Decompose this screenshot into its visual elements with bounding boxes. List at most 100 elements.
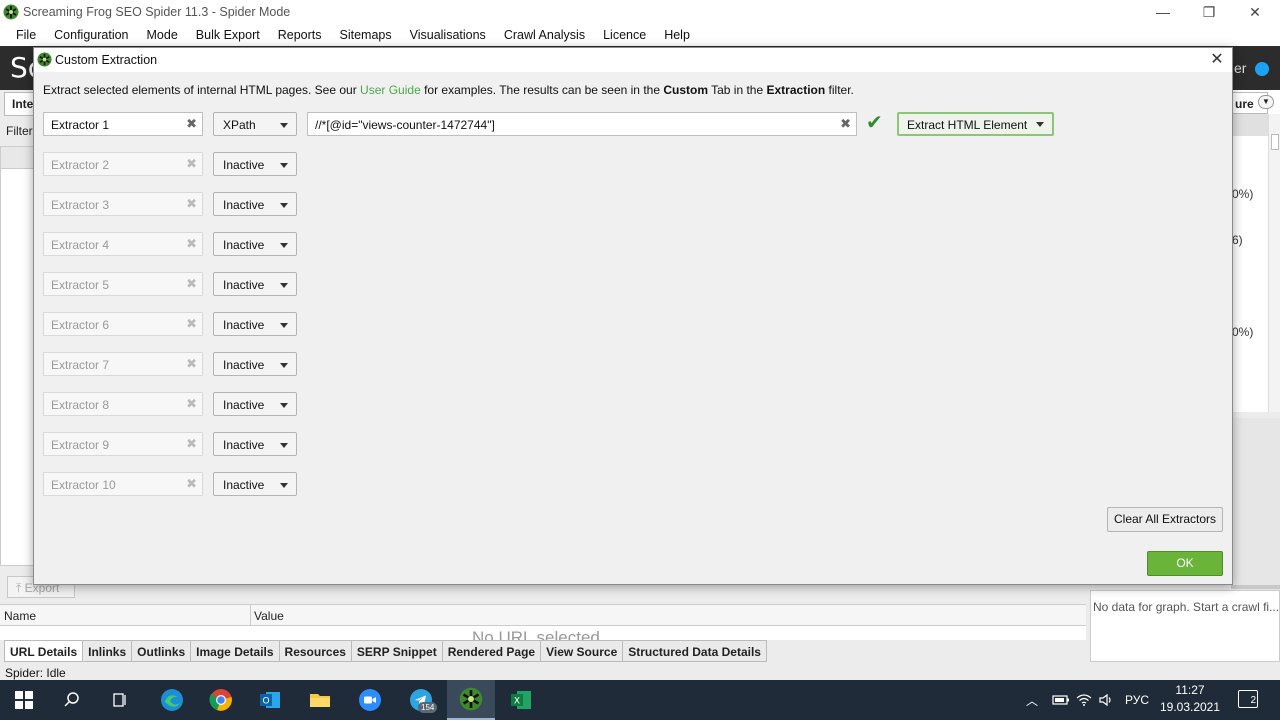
- extractor-name-field[interactable]: Extractor 7 ✖: [43, 352, 203, 376]
- tab-image-details[interactable]: Image Details: [191, 640, 280, 662]
- telegram-unread-badge: 154: [418, 702, 438, 713]
- clear-icon[interactable]: ✖: [186, 116, 197, 132]
- menu-licence[interactable]: Licence: [594, 28, 655, 42]
- extract-type-dropdown[interactable]: Extract HTML Element: [897, 112, 1054, 136]
- extractor-name-field[interactable]: Extractor 8 ✖: [43, 392, 203, 416]
- search-button[interactable]: [48, 680, 96, 720]
- menu-help[interactable]: Help: [655, 28, 699, 42]
- tab-resources[interactable]: Resources: [279, 640, 352, 662]
- extractor-name-field[interactable]: Extractor 2 ✖: [43, 152, 203, 176]
- tray-overflow-icon[interactable]: ︿: [1026, 680, 1038, 720]
- tab-view-source[interactable]: View Source: [541, 640, 624, 662]
- clear-icon[interactable]: ✖: [186, 196, 197, 212]
- tab-rendered-page[interactable]: Rendered Page: [442, 640, 542, 662]
- chevron-down-icon: [280, 483, 288, 488]
- dialog-instructions: Extract selected elements of internal HT…: [43, 83, 854, 97]
- menu-bulk-export[interactable]: Bulk Export: [187, 28, 269, 42]
- extractor-name-field[interactable]: Extractor 10 ✖: [43, 472, 203, 496]
- taskbar-edge[interactable]: [148, 680, 196, 720]
- menu-visualisations[interactable]: Visualisations: [401, 28, 495, 42]
- extractor-mode-dropdown[interactable]: Inactive: [213, 272, 297, 296]
- extractor-mode-dropdown[interactable]: Inactive: [213, 152, 297, 176]
- volume-icon[interactable]: [1098, 680, 1114, 720]
- graph-panel: No data for graph. Start a crawl fi...: [1090, 585, 1280, 662]
- twitter-icon[interactable]: [1255, 62, 1269, 76]
- extractor-name-field[interactable]: Extractor 3 ✖: [43, 192, 203, 216]
- maximize-button[interactable]: ❐: [1186, 0, 1232, 24]
- xpath-expression-input[interactable]: //*[@id="views-counter-1472744"] ✖: [307, 112, 857, 136]
- clear-icon[interactable]: ✖: [186, 316, 197, 332]
- menu-crawl-analysis[interactable]: Crawl Analysis: [495, 28, 594, 42]
- task-view-icon: [113, 693, 126, 707]
- input-language[interactable]: РУС: [1125, 680, 1149, 720]
- clear-icon[interactable]: ✖: [186, 156, 197, 172]
- extractor-mode-dropdown[interactable]: Inactive: [213, 472, 297, 496]
- minimize-button[interactable]: —: [1140, 0, 1186, 24]
- task-view-button[interactable]: [96, 680, 144, 720]
- wifi-icon[interactable]: [1076, 680, 1092, 720]
- extractor-mode-dropdown[interactable]: Inactive: [213, 432, 297, 456]
- tab-inlinks[interactable]: Inlinks: [83, 640, 133, 662]
- tab-structured-data-details[interactable]: Structured Data Details: [623, 640, 767, 662]
- battery-icon[interactable]: [1052, 680, 1070, 720]
- tab-serp-snippet[interactable]: SERP Snippet: [351, 640, 443, 662]
- main-grid: [0, 146, 34, 566]
- clear-icon[interactable]: ✖: [840, 116, 851, 132]
- taskbar-chrome[interactable]: [197, 680, 245, 720]
- taskbar-file-explorer[interactable]: [296, 680, 344, 720]
- user-guide-link[interactable]: User Guide: [360, 83, 421, 97]
- taskbar-outlook[interactable]: O: [246, 680, 294, 720]
- extractor-name-field[interactable]: Extractor 1 ✖: [43, 112, 203, 136]
- tab-outlinks[interactable]: Outlinks: [132, 640, 192, 662]
- extractor-mode-dropdown[interactable]: XPath: [213, 112, 297, 136]
- menu-reports[interactable]: Reports: [269, 28, 331, 42]
- clear-icon[interactable]: ✖: [186, 396, 197, 412]
- menu-file[interactable]: File: [7, 28, 45, 42]
- name-column-header[interactable]: Name: [4, 609, 36, 623]
- clear-icon[interactable]: ✖: [186, 476, 197, 492]
- search-icon: [64, 692, 79, 707]
- windows-logo-icon: [15, 691, 33, 709]
- chevron-down-icon: [280, 283, 288, 288]
- extractor-name-field[interactable]: Extractor 5 ✖: [43, 272, 203, 296]
- overview-scrollbar[interactable]: [1268, 114, 1280, 412]
- extractor-mode-dropdown[interactable]: Inactive: [213, 392, 297, 416]
- clear-icon[interactable]: ✖: [186, 276, 197, 292]
- outlook-icon: O: [260, 692, 280, 708]
- details-table-body: No URL selected: [0, 626, 1086, 640]
- taskbar-telegram[interactable]: [397, 680, 445, 720]
- extractor-mode-dropdown[interactable]: Inactive: [213, 312, 297, 336]
- menu-sitemaps[interactable]: Sitemaps: [331, 28, 401, 42]
- chevron-down-icon: [280, 403, 288, 408]
- extractor-mode-dropdown[interactable]: Inactive: [213, 192, 297, 216]
- tabs-dropdown-icon[interactable]: ▼: [1258, 95, 1274, 109]
- close-window-button[interactable]: ✕: [1232, 0, 1278, 24]
- menu-mode[interactable]: Mode: [138, 28, 187, 42]
- start-button[interactable]: [0, 680, 48, 720]
- ok-button[interactable]: OK: [1147, 551, 1223, 576]
- clear-icon[interactable]: ✖: [186, 356, 197, 372]
- clear-icon[interactable]: ✖: [186, 236, 197, 252]
- notifications-icon[interactable]: 2: [1238, 690, 1258, 708]
- no-url-message: No URL selected: [472, 628, 600, 640]
- menu-configuration[interactable]: Configuration: [45, 28, 137, 42]
- taskbar-excel[interactable]: X: [497, 680, 545, 720]
- tab-internal[interactable]: Inte: [4, 92, 34, 116]
- taskbar-zoom[interactable]: [346, 680, 394, 720]
- dialog-close-button[interactable]: ✕: [1206, 50, 1228, 70]
- extractor-name-field[interactable]: Extractor 9 ✖: [43, 432, 203, 456]
- clear-icon[interactable]: ✖: [186, 436, 197, 452]
- clear-all-extractors-button[interactable]: Clear All Extractors: [1107, 507, 1223, 532]
- taskbar-clock[interactable]: 11:27 19.03.2021: [1154, 682, 1226, 716]
- extractor-name-field[interactable]: Extractor 6 ✖: [43, 312, 203, 336]
- details-table-header: Name Value: [0, 604, 1086, 627]
- overview-lower: [1232, 418, 1280, 598]
- extractor-mode-dropdown[interactable]: Inactive: [213, 232, 297, 256]
- extractor-mode-dropdown[interactable]: Inactive: [213, 352, 297, 376]
- extractor-name-field[interactable]: Extractor 4 ✖: [43, 232, 203, 256]
- chrome-icon: [209, 689, 232, 711]
- tab-url-details[interactable]: URL Details: [4, 640, 84, 662]
- chevron-down-icon: [280, 203, 288, 208]
- value-column-header[interactable]: Value: [254, 609, 284, 623]
- taskbar-screaming-frog[interactable]: [447, 680, 495, 720]
